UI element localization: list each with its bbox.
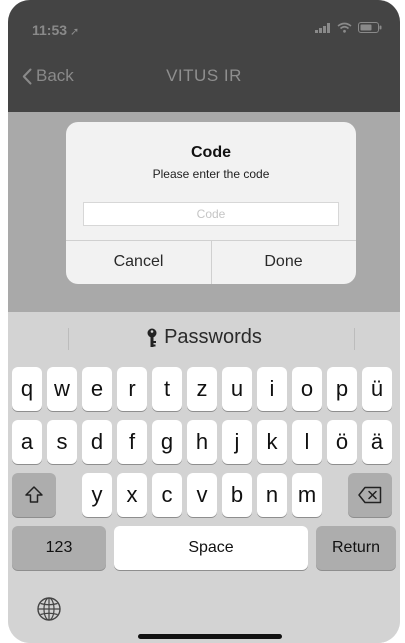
key-z[interactable]: z [187, 367, 217, 411]
key-u[interactable]: u [222, 367, 252, 411]
code-input[interactable] [83, 202, 339, 226]
key-y[interactable]: y [82, 473, 112, 517]
backspace-icon [358, 486, 382, 504]
key-s[interactable]: s [47, 420, 77, 464]
passwords-suggestion[interactable]: Passwords [8, 326, 400, 349]
key-p[interactable]: p [327, 367, 357, 411]
phone-screen: 11:53 ➚ Back VITUS IR Code Please enter … [8, 0, 400, 643]
key-q[interactable]: q [12, 367, 42, 411]
space-key[interactable]: Space [114, 526, 308, 570]
key-g[interactable]: g [152, 420, 182, 464]
key-v[interactable]: v [187, 473, 217, 517]
key-l[interactable]: l [292, 420, 322, 464]
key-k[interactable]: k [257, 420, 287, 464]
key-f[interactable]: f [117, 420, 147, 464]
numbers-key[interactable]: 123 [12, 526, 106, 570]
nav-title: VITUS IR [166, 66, 242, 85]
home-indicator [138, 634, 282, 639]
key-e[interactable]: e [82, 367, 112, 411]
key-u-umlaut[interactable]: ü [362, 367, 392, 411]
shift-arrow-icon [25, 486, 43, 503]
key-x[interactable]: x [117, 473, 147, 517]
done-button[interactable]: Done [211, 240, 356, 284]
passwords-label: Passwords [164, 326, 262, 348]
key-m[interactable]: m [292, 473, 322, 517]
status-time-text: 11:53 [32, 22, 68, 38]
key-o[interactable]: o [292, 367, 322, 411]
key-r[interactable]: r [117, 367, 147, 411]
status-indicators [315, 22, 382, 33]
suggestion-bar: Passwords [8, 312, 400, 362]
cancel-button[interactable]: Cancel [66, 240, 211, 284]
wifi-icon [337, 22, 352, 33]
key-j[interactable]: j [222, 420, 252, 464]
key-n[interactable]: n [257, 473, 287, 517]
key-icon [147, 328, 157, 347]
dialog-message: Please enter the code [152, 167, 270, 181]
return-key[interactable]: Return [316, 526, 396, 570]
navigation-bar: 11:53 ➚ Back VITUS IR [8, 0, 400, 112]
backspace-key[interactable] [348, 473, 392, 517]
location-arrow-icon: ➚ [70, 26, 80, 38]
key-d[interactable]: d [82, 420, 112, 464]
keyboard: Passwords q w e r t z u i o p ü a s d f … [8, 312, 400, 643]
key-h[interactable]: h [187, 420, 217, 464]
key-a[interactable]: a [12, 420, 42, 464]
shift-key[interactable] [12, 473, 56, 517]
key-i[interactable]: i [257, 367, 287, 411]
dialog-title: Code [191, 144, 231, 161]
status-time: 11:53 ➚ [32, 22, 79, 38]
key-w[interactable]: w [47, 367, 77, 411]
globe-icon[interactable] [36, 596, 62, 622]
key-t[interactable]: t [152, 367, 182, 411]
battery-icon [358, 22, 382, 33]
cellular-signal-icon [315, 22, 330, 33]
key-o-umlaut[interactable]: ö [327, 420, 357, 464]
code-alert-dialog: Code Please enter the code Cancel Done [66, 122, 356, 284]
key-b[interactable]: b [222, 473, 252, 517]
key-a-umlaut[interactable]: ä [362, 420, 392, 464]
key-c[interactable]: c [152, 473, 182, 517]
